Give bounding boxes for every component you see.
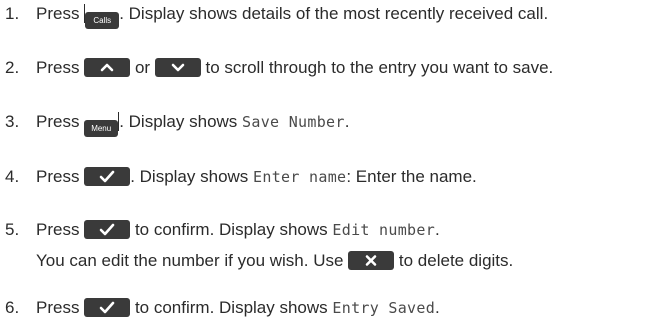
step-text: . Display shows xyxy=(119,112,238,131)
press-text: Press xyxy=(36,220,80,239)
delete-x-icon xyxy=(348,251,395,270)
calls-key: Calls xyxy=(85,12,120,29)
step-4: 4. Press . Display shows Enter name: Ente… xyxy=(5,166,477,188)
step-2: 2. Press or to scroll through to the entr… xyxy=(5,57,553,79)
press-text: Press xyxy=(36,4,80,23)
check-icon xyxy=(84,167,131,186)
menu-key: Menu xyxy=(84,120,119,137)
check-icon xyxy=(84,298,131,317)
step-end: . xyxy=(435,220,440,239)
press-text: Press xyxy=(36,167,80,186)
step-number: 6. xyxy=(5,298,20,317)
or-text: or xyxy=(134,58,151,77)
step-end: . xyxy=(344,112,350,131)
press-text: Press xyxy=(36,298,80,317)
step-number: 1. xyxy=(5,4,20,23)
step-text: to scroll through to the entry you want … xyxy=(205,58,554,77)
step-1: 1. Press Calls. Display shows details of … xyxy=(5,3,548,29)
display-text: Save Number xyxy=(242,113,345,131)
step-end: . xyxy=(435,298,440,317)
step-text: . Display shows details of the most rece… xyxy=(119,4,549,23)
step-number: 3. xyxy=(5,112,20,131)
step-text: . Display shows xyxy=(130,167,249,186)
step-6: 6. Press to confirm. Display shows Entry … xyxy=(5,297,440,319)
continuation-text: You can edit the number if you wish. Use xyxy=(36,251,344,270)
continuation-text-end: to delete digits. xyxy=(398,251,514,270)
up-arrow-icon xyxy=(84,58,131,77)
check-icon xyxy=(84,220,131,239)
instruction-list: 1. Press Calls. Display shows details of … xyxy=(0,0,647,324)
display-text: Entry Saved xyxy=(332,299,436,317)
press-text: Press xyxy=(36,112,80,131)
step-number: 2. xyxy=(5,58,20,77)
step-5-continuation: You can edit the number if you wish. Use… xyxy=(36,250,513,272)
step-number: 4. xyxy=(5,167,20,186)
display-text: Enter name xyxy=(253,168,347,186)
press-text: Press xyxy=(36,58,80,77)
step-end: : Enter the name. xyxy=(346,167,477,186)
down-arrow-icon xyxy=(154,58,201,77)
step-5: 5. Press to confirm. Display shows Edit n… xyxy=(5,219,440,241)
step-text: to confirm. Display shows xyxy=(134,298,328,317)
step-number: 5. xyxy=(5,220,20,239)
step-text: to confirm. Display shows xyxy=(134,220,328,239)
step-3: 3. Press Menu. Display shows Save Number. xyxy=(5,111,349,137)
display-text: Edit number xyxy=(332,221,436,239)
